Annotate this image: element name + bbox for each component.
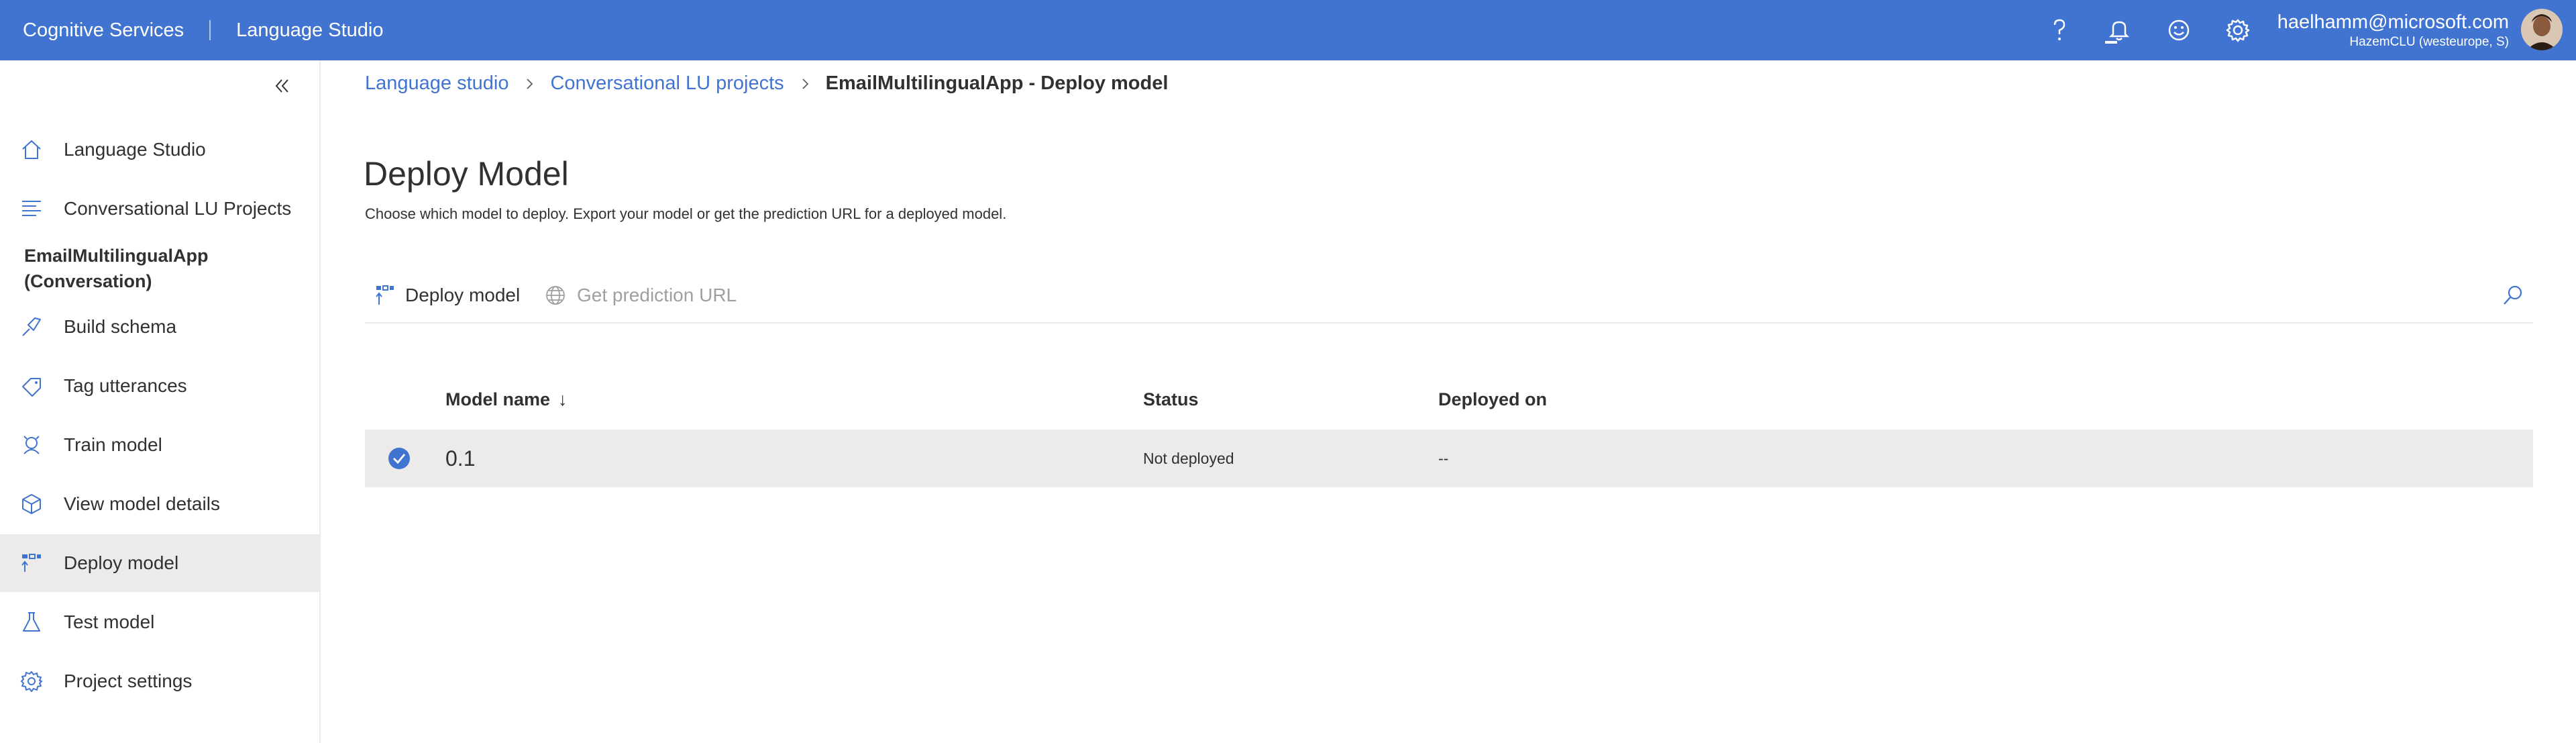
command-bar: Deploy model Get prediction URL (365, 273, 2533, 324)
deploy-icon (376, 285, 394, 305)
collapse-sidebar-button[interactable] (268, 72, 295, 99)
sidebar-item-train-model[interactable]: Train model (0, 416, 319, 474)
sidebar-item-label: Tag utterances (64, 375, 187, 396)
page-description: Choose which model to deploy. Export you… (365, 205, 1007, 222)
column-header-label: Model name (445, 389, 551, 409)
sidebar-item-conversational-lu-projects[interactable]: Conversational LU Projects (0, 180, 319, 238)
sort-descending-icon: ↓ (558, 389, 568, 409)
sidebar-item-label: Deploy model (64, 552, 179, 573)
notifications-button[interactable] (2103, 15, 2134, 46)
brand-divider (209, 20, 211, 40)
project-name-line1: EmailMultilingualApp (24, 246, 209, 266)
account-info[interactable]: haelhamm@microsoft.com HazemCLU (westeur… (2277, 11, 2509, 51)
project-name: EmailMultilingualApp (Conversation) (24, 243, 209, 294)
user-email: haelhamm@microsoft.com (2277, 11, 2509, 33)
breadcrumb-conversational-lu-projects[interactable]: Conversational LU projects (550, 72, 784, 95)
settings-button[interactable] (2222, 15, 2253, 46)
column-header-status[interactable]: Status (1143, 389, 1199, 410)
column-header-model-name[interactable]: Model name ↓ (445, 389, 568, 410)
page-title: Deploy Model (364, 155, 569, 193)
get-prediction-url-button[interactable]: Get prediction URL (545, 278, 737, 313)
sidebar-item-label: Test model (64, 611, 155, 632)
notification-icon (2105, 21, 2130, 44)
deploy-icon (21, 554, 41, 572)
sidebar-item-label: Conversational LU Projects (64, 198, 292, 219)
feedback-smiley-icon (2168, 19, 2190, 41)
checkmark-circle-icon[interactable] (388, 447, 411, 470)
sidebar-item-deploy-model[interactable]: Deploy model (0, 534, 319, 592)
app-name[interactable]: Cognitive Services (23, 19, 184, 42)
sidebar-item-tag-utterances[interactable]: Tag utterances (0, 357, 319, 415)
help-icon (2053, 19, 2065, 40)
deploy-model-button[interactable]: Deploy model (376, 278, 520, 313)
gear-icon (21, 671, 42, 692)
sidebar-item-project-settings[interactable]: Project settings (0, 652, 319, 710)
table-row[interactable]: 0.1 Not deployed -- (365, 430, 2533, 487)
settings-gear-icon (2226, 19, 2250, 42)
train-icon (23, 436, 40, 454)
model-name-cell: 0.1 (445, 446, 476, 470)
list-icon (22, 201, 41, 216)
build-icon (22, 317, 41, 336)
deployed-on-cell: -- (1438, 449, 1449, 467)
cube-icon (22, 494, 41, 514)
models-table: Model name ↓ Status Deployed on 0.1 Not … (365, 376, 2533, 487)
deploy-model-label: Deploy model (405, 285, 521, 305)
sidebar-item-label: Build schema (64, 316, 177, 337)
avatar[interactable] (2521, 9, 2563, 50)
tag-icon (22, 378, 41, 397)
home-icon (22, 140, 41, 159)
column-header-deployed-on[interactable]: Deployed on (1438, 389, 1547, 410)
search-icon (2504, 285, 2522, 305)
product-name[interactable]: Language Studio (236, 19, 383, 42)
status-cell: Not deployed (1143, 449, 1234, 467)
double-chevron-left-icon (275, 79, 288, 93)
sidebar-item-label: Project settings (64, 671, 193, 691)
help-button[interactable] (2044, 15, 2075, 46)
sidebar-item-test-model[interactable]: Test model (0, 593, 319, 651)
top-bar: Cognitive Services Language Studio haelh… (0, 0, 2576, 60)
chevron-right-icon (802, 78, 808, 89)
sidebar-item-label: View model details (64, 493, 220, 514)
flask-icon (23, 612, 40, 632)
globe-icon (546, 286, 565, 305)
sidebar-item-language-studio[interactable]: Language Studio (0, 121, 319, 179)
project-name-line2: (Conversation) (24, 271, 152, 291)
sidebar-item-build-schema[interactable]: Build schema (0, 298, 319, 356)
sidebar: Language Studio Conversational LU Projec… (0, 60, 321, 743)
table-header: Model name ↓ Status Deployed on (365, 376, 2533, 430)
breadcrumb-language-studio[interactable]: Language studio (365, 72, 508, 95)
sidebar-item-label: Train model (64, 434, 162, 455)
search-button[interactable] (2498, 281, 2528, 310)
column-header-label: Deployed on (1438, 389, 1548, 409)
breadcrumb: Language studio Conversational LU projec… (365, 72, 1168, 95)
breadcrumb-current: EmailMultilingualApp - Deploy model (825, 72, 1169, 94)
sidebar-item-label: Language Studio (64, 139, 206, 160)
brand: Cognitive Services Language Studio (23, 0, 383, 60)
user-tenant: HazemCLU (westeurope, S) (2349, 35, 2509, 49)
sidebar-item-view-model-details[interactable]: View model details (0, 475, 319, 533)
column-header-label: Status (1143, 389, 1199, 409)
chevron-right-icon (527, 78, 533, 89)
feedback-button[interactable] (2163, 15, 2194, 46)
get-prediction-url-label: Get prediction URL (577, 285, 737, 305)
